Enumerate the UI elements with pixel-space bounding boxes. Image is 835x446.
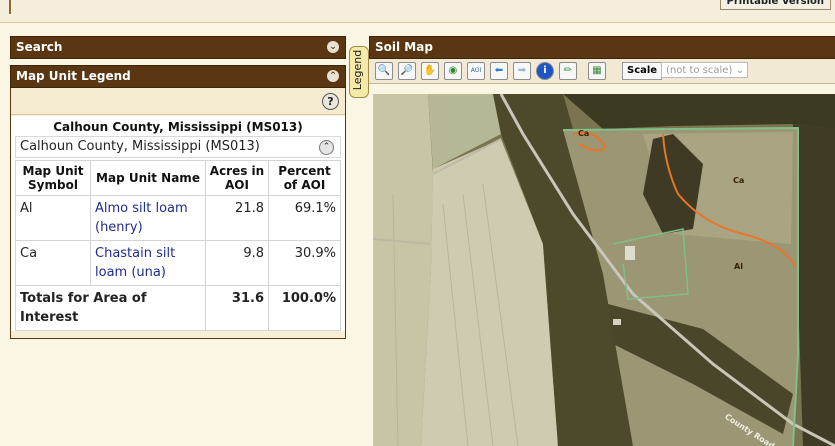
pan-hand-icon[interactable]: ✋	[421, 62, 439, 80]
back-icon[interactable]: ⬅	[490, 62, 508, 80]
zoom-aoi-icon[interactable]: AOI	[467, 62, 485, 80]
map-label-ca: Ca	[733, 176, 745, 185]
identify-icon[interactable]: i	[536, 62, 554, 80]
county-subtitle: Calhoun County, Mississippi (MS013)	[20, 139, 260, 154]
legend-tab-label: Legend	[351, 49, 364, 91]
totals-acres: 31.6	[205, 285, 269, 331]
table-row: Ca Chastain silt loam (una) 9.8 30.9%	[15, 240, 341, 286]
legend-card: Calhoun County, Mississippi (MS013) Calh…	[11, 116, 345, 331]
legend-view-icon[interactable]: ▦	[588, 62, 606, 80]
county-subheader[interactable]: Calhoun County, Mississippi (MS013) ⌃	[15, 136, 341, 158]
scale-select[interactable]: (not to scale) ⌄	[661, 62, 748, 78]
legend-tab[interactable]: Legend	[349, 46, 369, 98]
zoom-in-icon[interactable]: 🔍	[375, 62, 393, 80]
map-label-ca: Ca	[578, 129, 590, 138]
totals-row: Totals for Area of Interest 31.6 100.0%	[15, 285, 341, 331]
acres-value: 9.8	[205, 240, 269, 286]
map-unit-name-link[interactable]: Chastain silt loam (una)	[95, 246, 175, 280]
forest-top	[563, 94, 835, 129]
map-toolbar: 🔍 🔎 ✋ ◉ AOI ⬅ ➡ i ✏ ▦ Scale (not to scal…	[369, 59, 835, 84]
left-pane: Search ⌄ Map Unit Legend ⌃ ? Calhoun Cou…	[10, 36, 346, 446]
map-unit-symbol: Al	[15, 195, 91, 241]
printable-version-button[interactable]: Printable Version	[719, 0, 831, 10]
search-panel-header[interactable]: Search ⌄	[10, 36, 346, 59]
collapse-icon[interactable]: ⌃	[319, 140, 334, 155]
map-pane: Soil Map 🔍 🔎 ✋ ◉ AOI ⬅ ➡ i ✏ ▦ Scale (no…	[369, 36, 835, 446]
map-label-al: Al	[734, 262, 743, 271]
help-icon[interactable]: ?	[322, 93, 339, 110]
legend-table: Map Unit Symbol Map Unit Name Acres in A…	[15, 160, 341, 331]
map-panel-title: Soil Map	[375, 40, 433, 54]
totals-percent: 100.0%	[268, 285, 341, 331]
map-unit-name-link[interactable]: Almo silt loam (henry)	[95, 201, 188, 235]
totals-label: Totals for Area of Interest	[15, 285, 206, 331]
acres-value: 21.8	[205, 195, 269, 241]
scale-select-value: (not to scale)	[666, 65, 733, 76]
measure-icon[interactable]: ✏	[559, 62, 577, 80]
legend-toolbar: ?	[11, 88, 345, 115]
farm-building	[625, 246, 635, 260]
map-panel-header: Soil Map	[369, 36, 835, 59]
expand-icon[interactable]: ⌄	[327, 41, 339, 53]
legend-panel-body: ? Calhoun County, Mississippi (MS013) Ca…	[10, 88, 346, 339]
search-panel-title: Search	[16, 40, 63, 54]
legend-panel-header[interactable]: Map Unit Legend ⌃	[10, 65, 346, 88]
county-title: Calhoun County, Mississippi (MS013)	[53, 120, 303, 134]
full-extent-icon[interactable]: ◉	[444, 62, 462, 80]
forward-icon[interactable]: ➡	[513, 62, 531, 80]
farm-building	[613, 319, 621, 325]
chevron-down-icon: ⌄	[735, 65, 744, 76]
scale-button[interactable]: Scale	[622, 62, 663, 80]
aerial-map	[373, 94, 835, 446]
percent-value: 30.9%	[268, 240, 341, 286]
column-header-name: Map Unit Name	[90, 160, 206, 196]
top-bar-divider	[9, 0, 17, 14]
table-row: Al Almo silt loam (henry) 21.8 69.1%	[15, 195, 341, 241]
zoom-out-icon[interactable]: 🔎	[398, 62, 416, 80]
collapse-icon[interactable]: ⌃	[327, 70, 339, 82]
map-unit-symbol: Ca	[15, 240, 91, 286]
legend-panel-title: Map Unit Legend	[16, 69, 131, 83]
column-header-percent: Percent of AOI	[268, 160, 341, 196]
percent-value: 69.1%	[268, 195, 341, 241]
top-bar: Printable Version	[0, 0, 835, 23]
column-header-acres: Acres in AOI	[205, 160, 269, 196]
column-header-symbol: Map Unit Symbol	[15, 160, 91, 196]
soil-map-canvas[interactable]: Ca Ca Al County Road 456	[373, 94, 835, 446]
